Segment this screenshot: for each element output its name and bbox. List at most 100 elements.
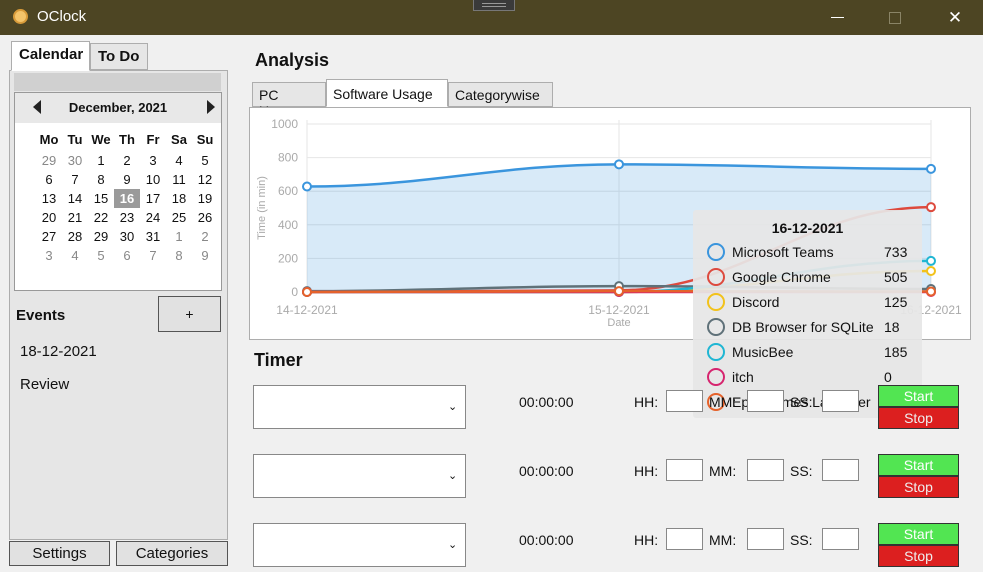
stop-button[interactable]: Stop	[878, 407, 959, 429]
calendar-day[interactable]: 8	[166, 246, 192, 265]
calendar-day[interactable]: 27	[36, 227, 62, 246]
tab-software-usage[interactable]: Software Usage	[326, 79, 448, 107]
minutes-input[interactable]	[747, 390, 784, 412]
seconds-input[interactable]	[822, 390, 859, 412]
calendar-day[interactable]: 15	[88, 189, 114, 208]
series-marker-icon	[707, 368, 725, 386]
tab-calendar[interactable]: Calendar	[11, 41, 90, 71]
software-select[interactable]: ⌄	[253, 523, 466, 567]
minimize-icon	[830, 17, 844, 18]
calendar-day[interactable]: 3	[36, 246, 62, 265]
minutes-input[interactable]	[747, 459, 784, 481]
stop-button[interactable]: Stop	[878, 476, 959, 498]
software-select[interactable]: ⌄	[253, 385, 466, 429]
calendar-day[interactable]: 6	[36, 170, 62, 189]
calendar-day[interactable]: 9	[192, 246, 218, 265]
calendar-day[interactable]: 11	[166, 170, 192, 189]
hours-input[interactable]	[666, 459, 703, 481]
calendar-day[interactable]: 1	[166, 227, 192, 246]
calendar-day[interactable]: 24	[140, 208, 166, 227]
software-select[interactable]: ⌄	[253, 454, 466, 498]
calendar-day[interactable]: 18	[166, 189, 192, 208]
start-button[interactable]: Start	[878, 385, 959, 407]
tooltip-row: MusicBee 185	[693, 341, 922, 366]
calendar-day[interactable]: 22	[88, 208, 114, 227]
calendar-day[interactable]: 4	[166, 151, 192, 170]
calendar-day[interactable]: 29	[88, 227, 114, 246]
calendar-day[interactable]: 10	[140, 170, 166, 189]
calendar-day[interactable]: 30	[114, 227, 140, 246]
calendar-day[interactable]: 7	[62, 170, 88, 189]
calendar-day[interactable]: 7	[140, 246, 166, 265]
calendar-day[interactable]: 3	[140, 151, 166, 170]
event-item[interactable]: Review	[20, 376, 69, 393]
x-tick-label: 15-12-2021	[588, 303, 650, 317]
seconds-label: SS:	[790, 463, 813, 479]
calendar-day[interactable]: 12	[192, 170, 218, 189]
tooltip-series-value: 0	[884, 369, 892, 385]
y-tick-label: 400	[278, 218, 298, 232]
calendar-day[interactable]: 5	[192, 151, 218, 170]
tooltip-series-name: Google Chrome	[732, 269, 831, 285]
minutes-input[interactable]	[747, 528, 784, 550]
next-month-icon[interactable]	[207, 100, 215, 114]
calendar-day[interactable]: 30	[62, 151, 88, 170]
calendar-strip	[14, 73, 221, 91]
calendar-day[interactable]: 6	[114, 246, 140, 265]
settings-button[interactable]: Settings	[9, 541, 110, 566]
tab-categorywise[interactable]: Categorywise	[448, 82, 553, 107]
window-title: OClock	[37, 8, 87, 25]
calendar-day[interactable]: 28	[62, 227, 88, 246]
tooltip-row: DB Browser for SQLite 18	[693, 316, 922, 341]
calendar-day[interactable]: 20	[36, 208, 62, 227]
calendar-day[interactable]: 21	[62, 208, 88, 227]
drag-handle-icon[interactable]	[473, 0, 515, 11]
tooltip-series-name: DB Browser for SQLite	[732, 319, 874, 335]
calendar-day[interactable]: 17	[140, 189, 166, 208]
categories-button[interactable]: Categories	[116, 541, 228, 566]
series-marker-icon	[707, 318, 725, 336]
calendar-day[interactable]: 2	[114, 151, 140, 170]
hours-input[interactable]	[666, 390, 703, 412]
seconds-input[interactable]	[822, 528, 859, 550]
calendar-day[interactable]: 25	[166, 208, 192, 227]
calendar-day[interactable]: 16	[114, 189, 140, 208]
y-tick-label: 200	[278, 251, 298, 265]
calendar-day[interactable]: 13	[36, 189, 62, 208]
calendar-day[interactable]: 2	[192, 227, 218, 246]
title-bar[interactable]: OClock ✕	[0, 0, 983, 35]
minimize-button[interactable]	[814, 0, 860, 35]
data-point	[302, 181, 312, 192]
tab-todo[interactable]: To Do	[90, 43, 148, 70]
hours-input[interactable]	[666, 528, 703, 550]
close-button[interactable]: ✕	[932, 0, 978, 35]
calendar-day[interactable]: 26	[192, 208, 218, 227]
start-button[interactable]: Start	[878, 454, 959, 476]
stop-button[interactable]: Stop	[878, 545, 959, 567]
calendar-day[interactable]: 23	[114, 208, 140, 227]
calendar-month[interactable]: December, 2021	[15, 100, 221, 115]
calendar[interactable]: December, 2021 Mo Tu We Th Fr Sa Su 29 30 1 2 3 4 5 6 7…	[14, 92, 222, 291]
calendar-day[interactable]: 14	[62, 189, 88, 208]
event-item[interactable]: 18-12-2021	[20, 343, 97, 360]
add-event-button[interactable]: +	[158, 296, 221, 332]
start-button[interactable]: Start	[878, 523, 959, 545]
tooltip-row: Google Chrome 505	[693, 266, 922, 291]
weekday-label: Su	[196, 132, 214, 147]
y-axis-label: Time (in min)	[256, 176, 268, 240]
calendar-day[interactable]: 9	[114, 170, 140, 189]
close-icon: ✕	[947, 7, 963, 27]
calendar-day[interactable]: 29	[36, 151, 62, 170]
calendar-day[interactable]: 5	[88, 246, 114, 265]
seconds-input[interactable]	[822, 459, 859, 481]
calendar-day[interactable]: 1	[88, 151, 114, 170]
calendar-day[interactable]: 4	[62, 246, 88, 265]
maximize-button[interactable]	[872, 0, 918, 35]
tab-pc-usage[interactable]: PC Usage	[252, 82, 326, 119]
calendar-day[interactable]: 8	[88, 170, 114, 189]
weekday-label: We	[91, 132, 111, 147]
calendar-day[interactable]: 31	[140, 227, 166, 246]
events-label: Events	[16, 307, 66, 324]
tooltip-series-value: 125	[884, 294, 908, 310]
calendar-day[interactable]: 19	[192, 189, 218, 208]
